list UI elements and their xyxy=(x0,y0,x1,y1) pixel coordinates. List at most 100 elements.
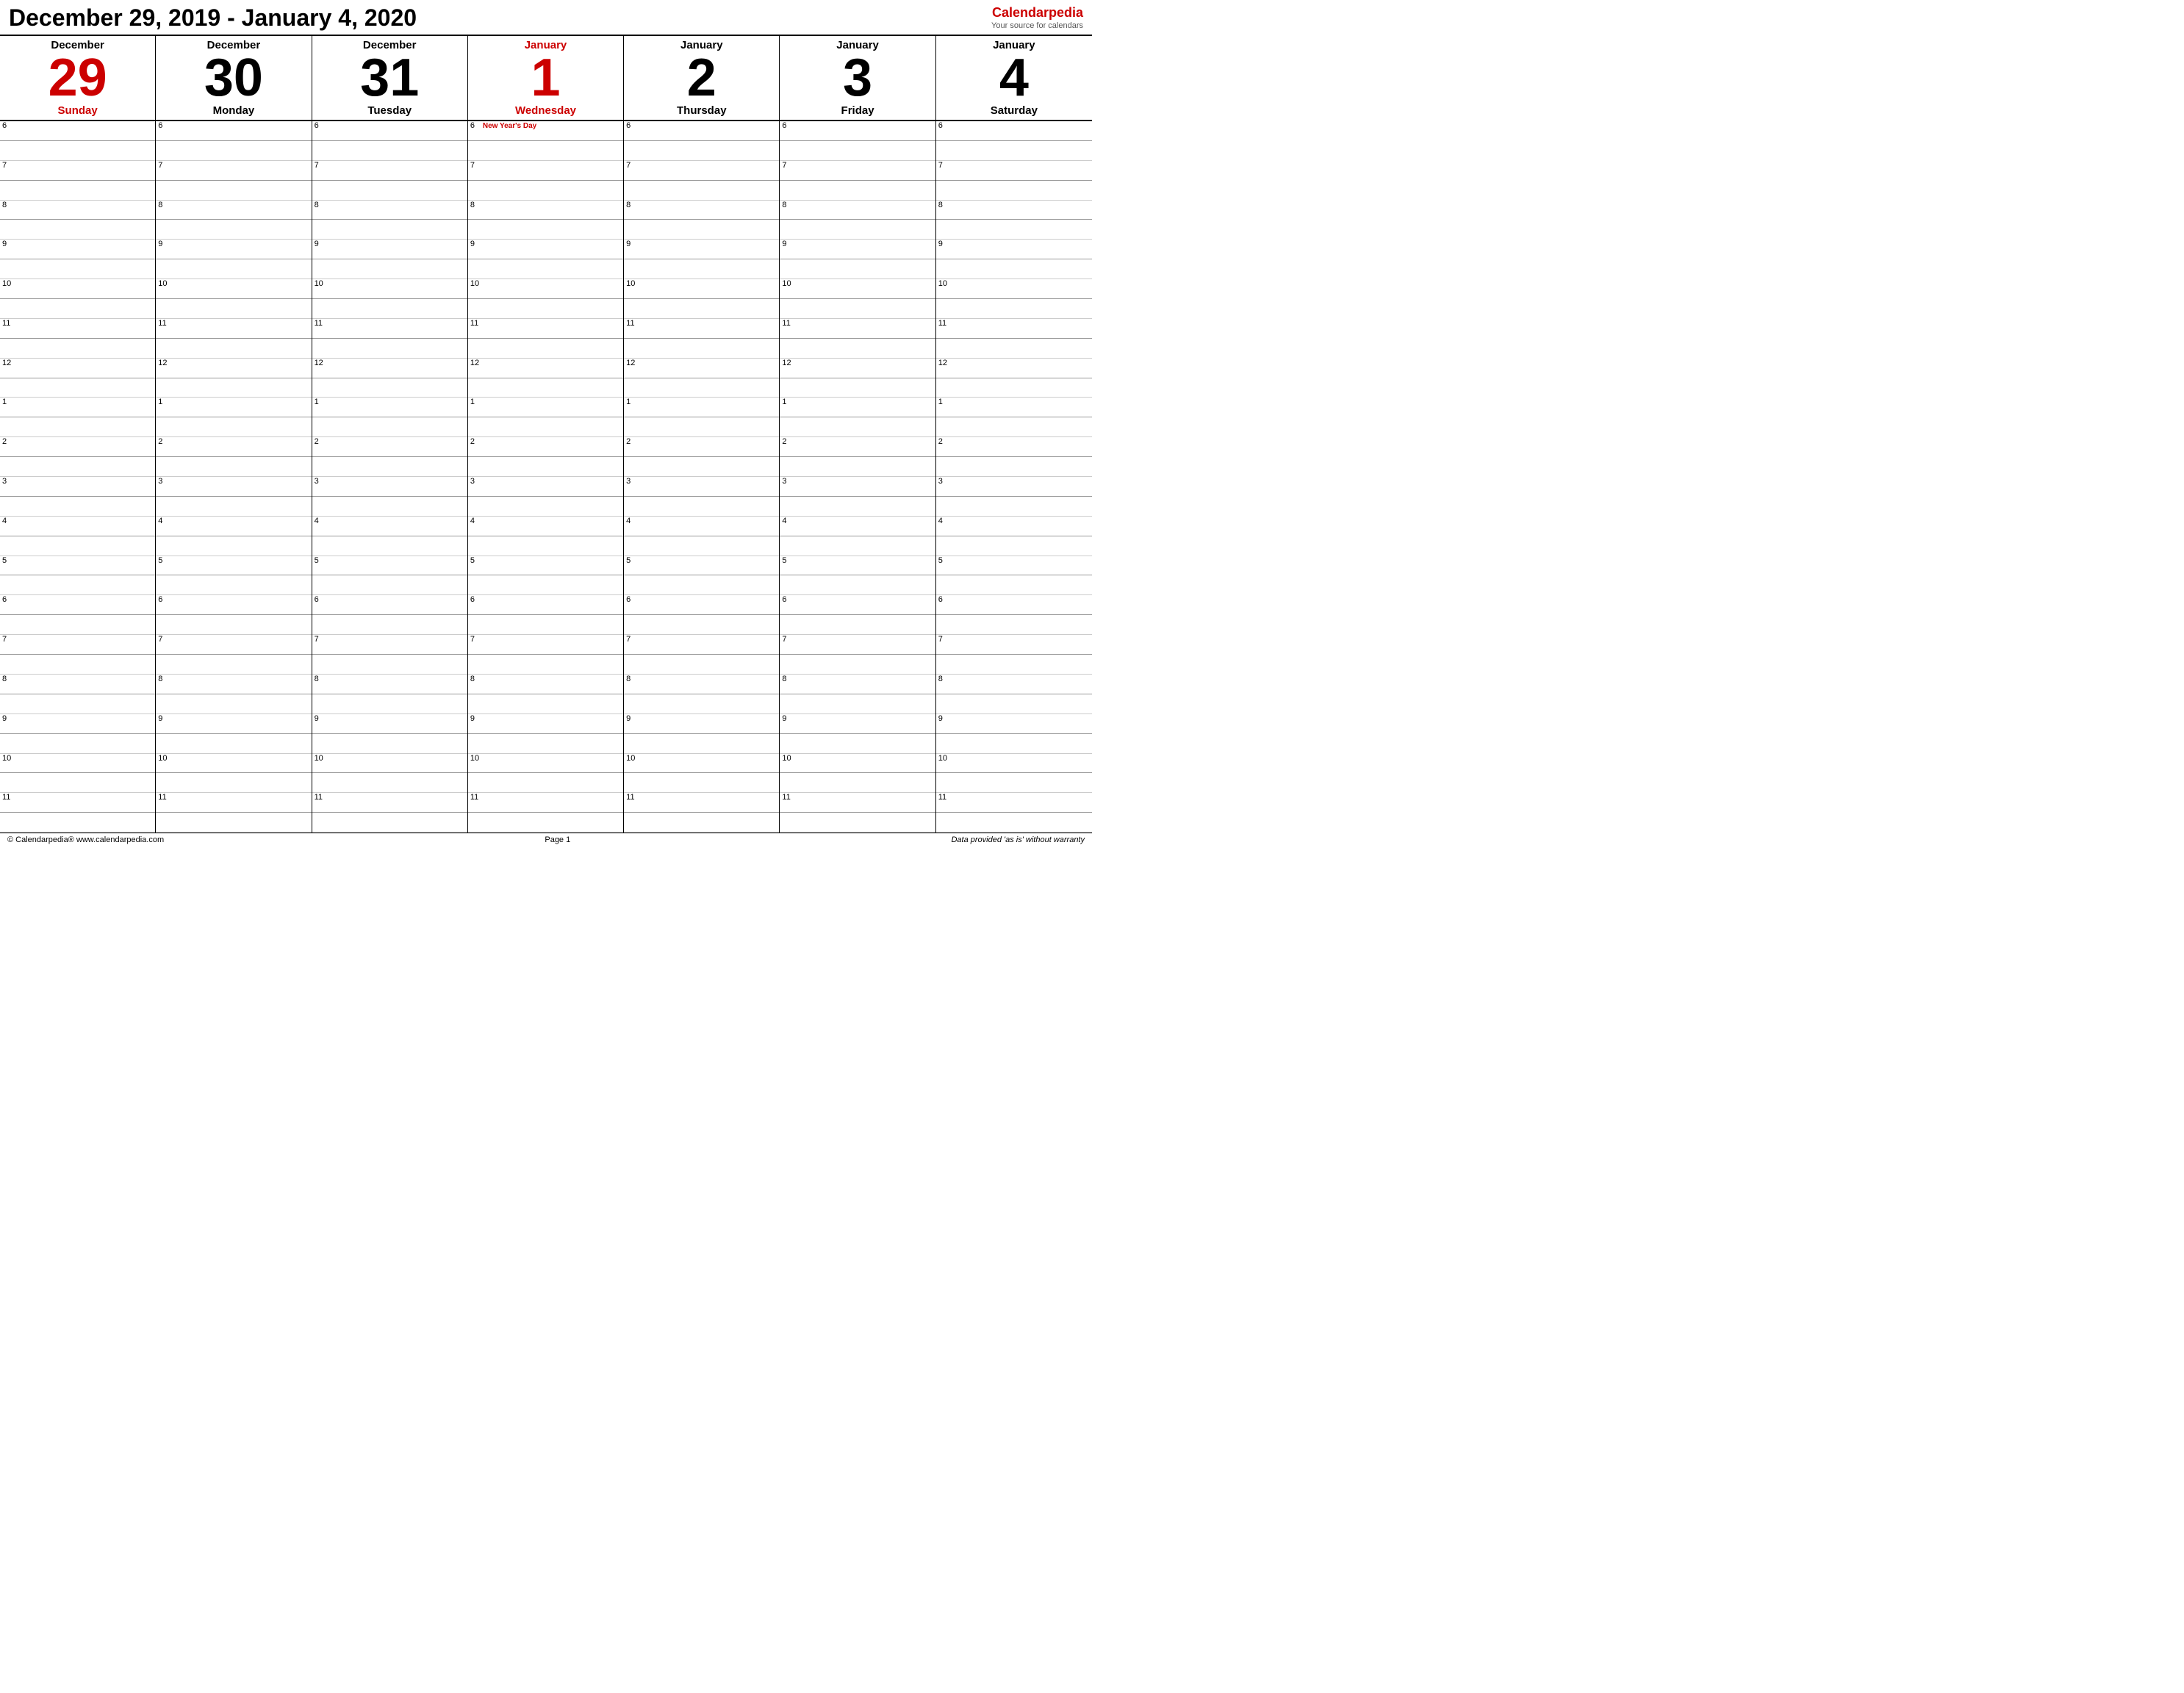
day-name-4: Thursday xyxy=(624,104,779,117)
time-content-2-6 xyxy=(326,240,467,259)
page-title: December 29, 2019 - January 4, 2020 xyxy=(9,4,417,32)
time-label-2-16: 2 xyxy=(312,437,326,456)
time-content-1-27 xyxy=(169,655,311,674)
time-slot-5-13 xyxy=(780,378,935,398)
time-slot-0-12: 12 xyxy=(0,359,155,378)
time-slot-2-22: 5 xyxy=(312,556,467,576)
time-slot-3-28: 8 xyxy=(468,675,623,694)
time-slot-4-5 xyxy=(624,220,779,240)
time-label-5-34: 11 xyxy=(780,793,793,812)
time-label-6-4: 8 xyxy=(936,201,949,220)
time-content-6-33 xyxy=(949,773,1092,792)
time-content-6-3 xyxy=(949,181,1092,200)
time-slot-2-9 xyxy=(312,299,467,319)
time-label-3-19 xyxy=(468,497,481,516)
time-slot-6-12: 12 xyxy=(936,359,1092,378)
time-grid: 6789101112123456789101167891011121234567… xyxy=(0,121,1092,833)
time-label-6-21 xyxy=(936,536,949,556)
time-content-3-2 xyxy=(481,161,623,180)
time-content-2-9 xyxy=(326,299,467,318)
time-slot-4-23 xyxy=(624,575,779,595)
time-content-4-16 xyxy=(637,437,779,456)
time-label-4-32: 10 xyxy=(624,754,637,773)
time-label-5-26: 7 xyxy=(780,635,793,654)
time-slot-4-33 xyxy=(624,773,779,793)
time-slot-6-5 xyxy=(936,220,1092,240)
time-label-6-16: 2 xyxy=(936,437,949,456)
time-slot-4-30: 9 xyxy=(624,714,779,734)
time-label-0-6: 9 xyxy=(0,240,13,259)
time-content-3-7 xyxy=(481,259,623,278)
time-label-5-12: 12 xyxy=(780,359,793,378)
time-label-1-19 xyxy=(156,497,169,516)
time-slot-1-2: 7 xyxy=(156,161,311,181)
time-content-3-3 xyxy=(481,181,623,200)
time-label-4-14: 1 xyxy=(624,398,637,417)
day-column-2: 67891011121234567891011 xyxy=(312,121,468,833)
time-content-5-30 xyxy=(793,714,935,733)
footer-disclaimer: Data provided 'as is' without warranty xyxy=(951,835,1085,844)
time-slot-2-26: 7 xyxy=(312,635,467,655)
time-label-0-13 xyxy=(0,378,13,398)
time-label-5-24: 6 xyxy=(780,595,793,614)
time-slot-3-0: 6New Year's Day xyxy=(468,121,623,141)
time-slot-3-24: 6 xyxy=(468,595,623,615)
time-slot-4-27 xyxy=(624,655,779,675)
time-label-0-9 xyxy=(0,299,13,318)
time-slot-6-13 xyxy=(936,378,1092,398)
time-content-1-12 xyxy=(170,359,312,378)
time-slot-0-4: 8 xyxy=(0,201,155,220)
time-slot-6-24: 6 xyxy=(936,595,1092,615)
time-slot-5-8: 10 xyxy=(780,279,935,299)
time-content-0-34 xyxy=(13,793,155,812)
time-content-2-21 xyxy=(326,536,467,556)
time-content-3-20 xyxy=(481,517,623,536)
time-slot-3-2: 7 xyxy=(468,161,623,181)
time-content-6-30 xyxy=(949,714,1092,733)
time-content-4-14 xyxy=(637,398,779,417)
time-slot-2-6: 9 xyxy=(312,240,467,259)
time-content-2-11 xyxy=(326,339,467,358)
time-content-5-23 xyxy=(793,575,935,594)
time-content-0-32 xyxy=(13,754,155,773)
time-label-3-22: 5 xyxy=(468,556,481,575)
time-label-0-11 xyxy=(0,339,13,358)
time-content-5-33 xyxy=(793,773,935,792)
time-slot-3-11 xyxy=(468,339,623,359)
time-label-4-30: 9 xyxy=(624,714,637,733)
time-label-1-32: 10 xyxy=(156,754,169,773)
time-slot-5-33 xyxy=(780,773,935,793)
time-label-5-5 xyxy=(780,220,793,239)
day-column-5: 67891011121234567891011 xyxy=(780,121,935,833)
time-content-5-5 xyxy=(793,220,935,239)
time-slot-0-25 xyxy=(0,615,155,635)
time-label-4-29 xyxy=(624,694,637,713)
time-slot-5-25 xyxy=(780,615,935,635)
time-content-5-10 xyxy=(793,319,935,338)
time-slot-3-9 xyxy=(468,299,623,319)
time-slot-1-13 xyxy=(156,378,311,398)
day-column-0: 67891011121234567891011 xyxy=(0,121,156,833)
time-slot-4-29 xyxy=(624,694,779,714)
time-content-2-34 xyxy=(326,793,467,812)
time-content-1-30 xyxy=(169,714,311,733)
time-slot-0-13 xyxy=(0,378,155,398)
time-content-3-30 xyxy=(481,714,623,733)
time-slot-6-20: 4 xyxy=(936,517,1092,536)
time-content-0-22 xyxy=(13,556,155,575)
time-slot-6-19 xyxy=(936,497,1092,517)
time-label-2-30: 9 xyxy=(312,714,326,733)
time-content-3-13 xyxy=(481,378,623,398)
time-label-6-26: 7 xyxy=(936,635,949,654)
time-content-6-14 xyxy=(949,398,1092,417)
time-label-3-9 xyxy=(468,299,481,318)
time-label-2-34: 11 xyxy=(312,793,326,812)
time-label-5-21 xyxy=(780,536,793,556)
time-slot-3-12: 12 xyxy=(468,359,623,378)
time-slot-2-32: 10 xyxy=(312,754,467,774)
time-slot-3-5 xyxy=(468,220,623,240)
time-content-0-9 xyxy=(13,299,155,318)
time-slot-6-6: 9 xyxy=(936,240,1092,259)
time-content-6-1 xyxy=(949,141,1092,160)
time-label-1-3 xyxy=(156,181,169,200)
